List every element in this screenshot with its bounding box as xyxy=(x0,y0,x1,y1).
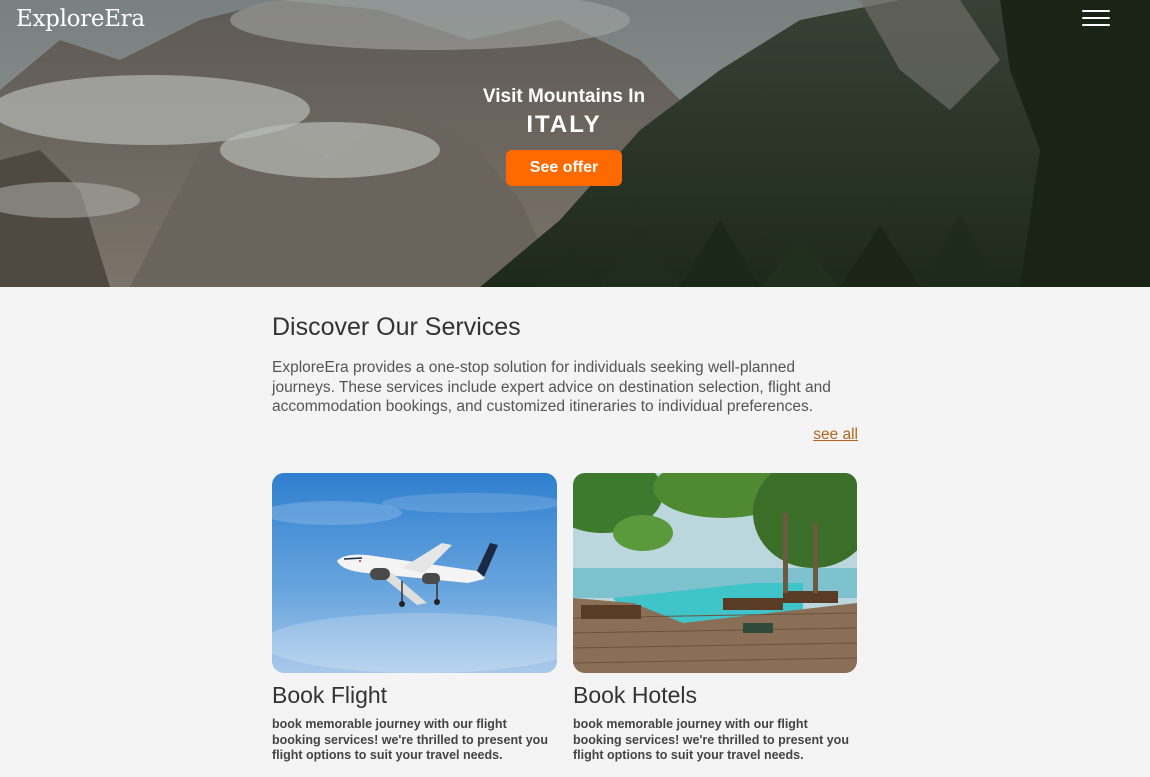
services-section: Discover Our Services ExploreEra provide… xyxy=(272,310,858,448)
hero-title: ITALY xyxy=(526,111,602,138)
services-heading: Discover Our Services xyxy=(272,313,521,341)
menu-line xyxy=(1082,17,1110,19)
site-logo[interactable]: ExploreEra xyxy=(16,6,145,32)
card-title: Book Flight xyxy=(272,682,388,708)
hero-subtitle: Visit Mountains In xyxy=(482,86,646,107)
services-description: ExploreEra provides a one-stop solution … xyxy=(272,359,831,416)
service-cards: Book Flight book memorable journey with … xyxy=(272,473,858,777)
card-text: book memorable journey with our flight b… xyxy=(573,717,849,763)
card-text: book memorable journey with our flight b… xyxy=(272,717,548,763)
hero-content: Visit Mountains In ITALY See offer xyxy=(0,84,1128,186)
resort-pool-photo xyxy=(573,473,857,673)
airplane-photo xyxy=(272,473,557,673)
menu-line xyxy=(1082,10,1110,12)
menu-line xyxy=(1082,24,1110,26)
see-all-link[interactable]: see all xyxy=(813,426,858,443)
see-all-row: see all xyxy=(272,426,858,448)
service-card-flight[interactable]: Book Flight book memorable journey with … xyxy=(272,473,557,764)
card-title: Book Hotels xyxy=(573,682,698,708)
service-card-hotels[interactable]: Book Hotels book memorable journey with … xyxy=(573,473,857,764)
hamburger-menu-icon[interactable] xyxy=(1082,10,1110,28)
hero-banner: ExploreEra Visit Mountains In ITALY See … xyxy=(0,0,1150,287)
see-offer-button[interactable]: See offer xyxy=(506,150,622,186)
